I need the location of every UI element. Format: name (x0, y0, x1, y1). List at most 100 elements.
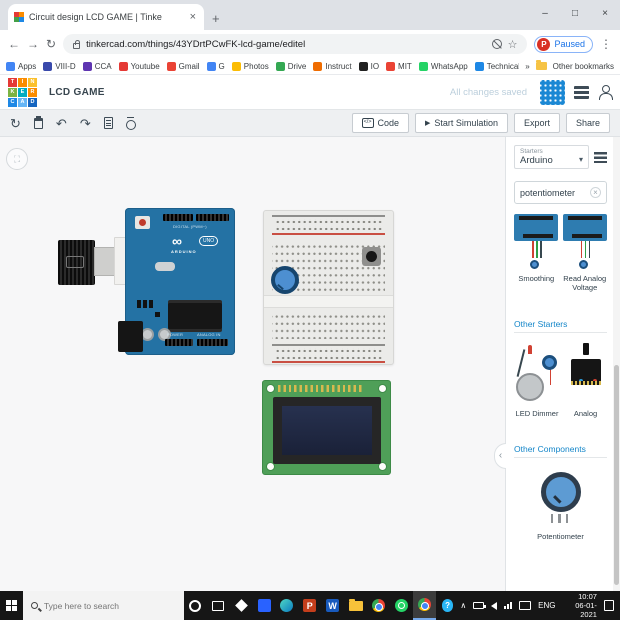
task-view-button[interactable] (207, 591, 230, 620)
component-card-potentiometer[interactable]: Potentiometer (514, 472, 607, 541)
starters-dropdown[interactable]: Starters Arduino ▾ (514, 145, 589, 169)
starter-card-led-dimmer[interactable]: LED Dimmer (514, 343, 560, 418)
reset-button (135, 216, 150, 229)
taskbar-app-chrome[interactable] (367, 591, 390, 620)
bookmarks-list: Apps VIII-D CCA Youtube (6, 62, 519, 71)
bookmark-label: Drive (288, 62, 307, 71)
bookmark-item[interactable]: VIII-D (43, 62, 75, 71)
taskbar-app-chrome-active[interactable] (413, 591, 436, 620)
start-button[interactable] (0, 591, 23, 620)
browser-tab[interactable]: Circuit design LCD GAME | Tinke × (8, 4, 204, 30)
delete-icon[interactable] (34, 118, 43, 129)
pushbutton-component[interactable] (362, 247, 381, 266)
taskbar-search[interactable] (23, 591, 184, 620)
taskbar-app-opera[interactable] (184, 591, 207, 620)
undo-icon[interactable]: ↶ (56, 117, 67, 130)
minimize-button[interactable]: – (530, 0, 560, 30)
bookmark-item[interactable]: WhatsApp (419, 62, 468, 71)
list-view-icon[interactable] (594, 152, 607, 163)
annotation-icon[interactable] (126, 120, 136, 130)
new-tab-button[interactable]: + (212, 11, 220, 26)
bookmark-item[interactable]: Gmail (167, 62, 200, 71)
bookmark-item[interactable]: G (207, 62, 225, 71)
robot-icon[interactable] (598, 85, 612, 100)
usb-cable-connector[interactable] (58, 240, 95, 285)
scrollbar-thumb[interactable] (614, 365, 619, 585)
circuit-canvas[interactable]: ⛶ DIGITAL (PWM~) ∞ UNO ARDUINO (0, 137, 505, 591)
bookmark-item[interactable]: CCA (83, 62, 112, 71)
network-icon[interactable] (504, 602, 512, 609)
refresh-button[interactable]: ↻ (46, 37, 56, 51)
digital-header-pins (196, 214, 229, 221)
share-button[interactable]: Share (566, 113, 610, 133)
tab-close-icon[interactable]: × (188, 11, 198, 23)
taskbar-app-dropbox[interactable] (230, 591, 253, 620)
taskbar-app-file-explorer[interactable] (344, 591, 367, 620)
bookmark-favicon (6, 62, 15, 71)
bookmark-favicon (419, 62, 428, 71)
bookmark-item[interactable]: TechnicalHut (475, 62, 519, 71)
export-button[interactable]: Export (514, 113, 560, 133)
design-title[interactable]: LCD GAME (49, 87, 105, 98)
usb-cable-plug[interactable] (94, 247, 115, 276)
arduino-uno-board[interactable]: DIGITAL (PWM~) ∞ UNO ARDUINO POWER ANALO… (125, 208, 235, 355)
redo-icon[interactable]: ↷ (80, 117, 91, 130)
folder-icon (536, 62, 547, 70)
bookmark-item[interactable]: Photos (232, 62, 269, 71)
starter-card-analog[interactable]: Analog (564, 343, 607, 418)
bookmark-item[interactable]: MIT (386, 62, 412, 71)
lcd-16x2-component[interactable] (262, 380, 391, 475)
component-search[interactable]: × (514, 181, 607, 204)
back-button[interactable]: ← (8, 37, 20, 51)
taskbar-clock[interactable]: 10:07 06-01-2021 (562, 592, 596, 619)
bookmarks-overflow-icon[interactable]: » (525, 62, 529, 71)
starter-card-read-analog[interactable]: Read Analog Voltage (563, 214, 608, 293)
taskbar-app-word[interactable]: W (321, 591, 344, 620)
rotate-icon[interactable]: ↻ (10, 117, 21, 130)
taskbar-app-edge[interactable] (275, 591, 298, 620)
bookmark-item[interactable]: IO (359, 62, 379, 71)
bookmark-item[interactable]: Youtube (119, 62, 160, 71)
eye-off-icon[interactable] (492, 39, 502, 49)
components-list-icon[interactable] (574, 86, 589, 99)
profile-avatar[interactable]: P (537, 38, 550, 51)
bookmarks-right: » Other bookmarks (519, 62, 614, 71)
profile-paused-badge[interactable]: P Paused (534, 36, 593, 53)
bookmark-item[interactable]: Instruct (313, 62, 351, 71)
transistors (137, 300, 153, 308)
action-center-icon[interactable] (604, 600, 614, 611)
tinkercad-logo[interactable]: TINKERCAD (8, 78, 37, 107)
browser-menu-icon[interactable]: ⋮ (600, 37, 612, 51)
taskbar-app-blue[interactable] (253, 591, 276, 620)
touch-keyboard-icon[interactable] (519, 601, 531, 610)
tray-expand-icon[interactable]: ∧ (460, 601, 466, 610)
notes-icon[interactable] (104, 117, 113, 129)
taskbar-app-powerpoint[interactable]: P (298, 591, 321, 620)
bookmark-star-icon[interactable]: ☆ (508, 38, 518, 51)
power-header-pins (165, 339, 193, 346)
forward-button[interactable]: → (27, 37, 39, 51)
potentiometer-component[interactable] (271, 266, 299, 294)
taskbar-search-input[interactable] (44, 601, 176, 611)
address-bar[interactable]: tinkercad.com/things/43YDrtPCwFK-lcd-gam… (63, 34, 527, 54)
other-bookmarks-button[interactable]: Other bookmarks (553, 62, 614, 71)
zoom-to-fit-button[interactable]: ⛶ (6, 148, 28, 170)
breadboard-view-button[interactable] (540, 80, 565, 105)
help-icon[interactable]: ? (442, 599, 454, 612)
url-text[interactable]: tinkercad.com/things/43YDrtPCwFK-lcd-gam… (86, 39, 486, 50)
close-button[interactable]: × (590, 0, 620, 30)
code-button[interactable]: </> Code (352, 113, 409, 133)
bookmark-item[interactable]: Drive (276, 62, 307, 71)
start-simulation-button[interactable]: ▶ Start Simulation (415, 113, 508, 133)
battery-icon[interactable] (473, 602, 484, 609)
clear-search-icon[interactable]: × (590, 187, 601, 198)
maximize-button[interactable]: □ (560, 0, 590, 30)
search-input[interactable] (520, 188, 587, 198)
starter-card-smoothing[interactable]: Smoothing (514, 214, 559, 293)
taskbar-app-whatsapp[interactable] (390, 591, 413, 620)
language-indicator[interactable]: ENG (538, 601, 555, 610)
paused-label: Paused (554, 39, 585, 49)
volume-icon[interactable] (491, 602, 497, 610)
bookmark-item[interactable]: Apps (6, 62, 36, 71)
sidebar-scrollbar[interactable] (613, 137, 620, 591)
